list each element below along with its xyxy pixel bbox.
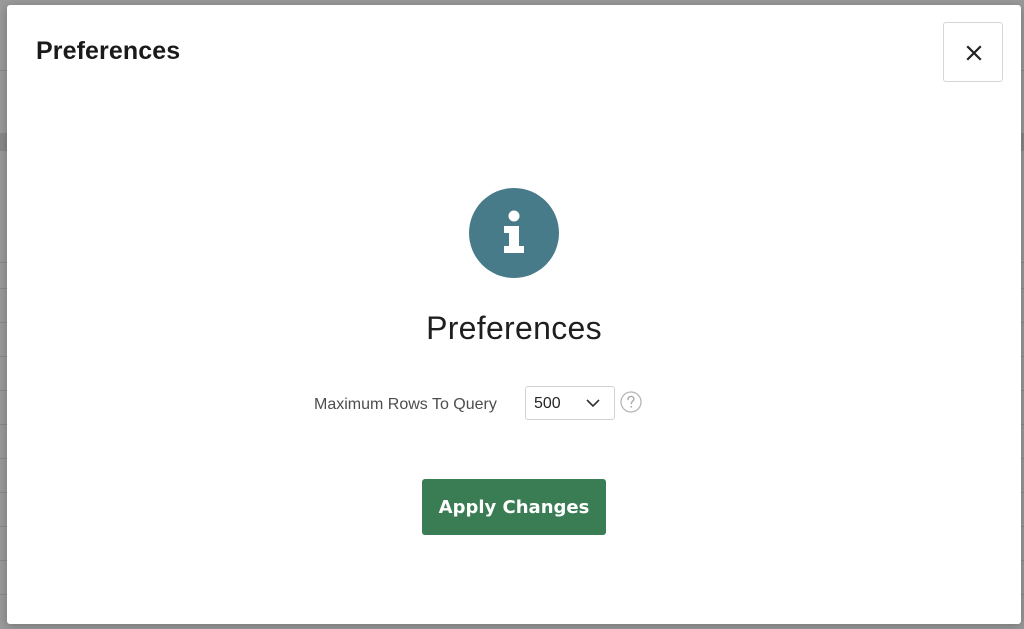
help-icon[interactable] [620,391,642,413]
info-glyph [504,210,524,253]
dialog-title: Preferences [36,37,181,65]
close-icon [966,45,982,61]
max-rows-label: Maximum Rows To Query [314,396,497,413]
max-rows-select-value: 500 [534,395,561,412]
max-rows-select[interactable]: 500 [525,386,615,420]
dialog-header: Preferences [7,5,1021,95]
close-button[interactable] [943,22,1003,82]
apply-changes-button[interactable]: Apply Changes [422,479,606,535]
question-mark-icon [620,391,642,413]
info-icon [469,188,559,278]
chevron-down-icon [586,399,600,408]
preferences-dialog: Preferences Preferences Maximum Rows To … [7,5,1021,624]
content-heading: Preferences [426,310,602,346]
